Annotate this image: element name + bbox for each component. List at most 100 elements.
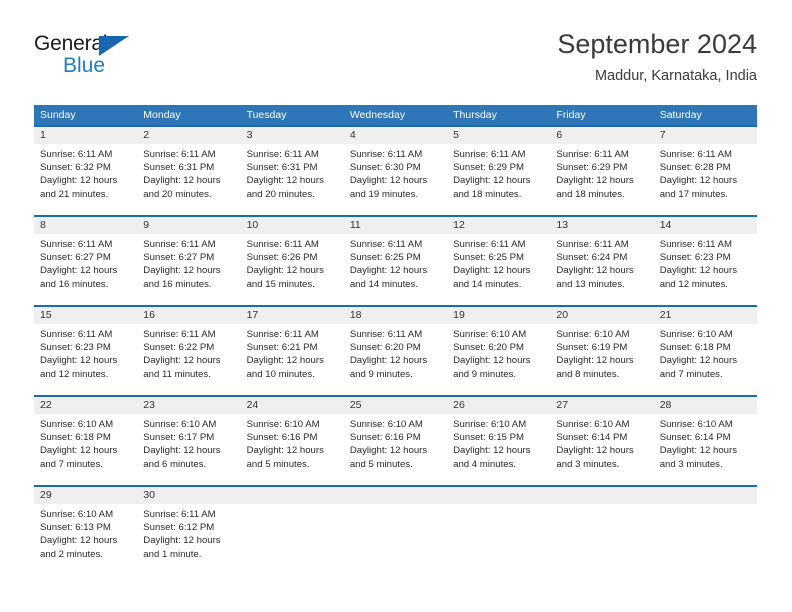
day-cell[interactable]: 5 Sunrise: 6:11 AM Sunset: 6:29 PM Daylight… [447,127,551,215]
sunset-text: Sunset: 6:18 PM [659,342,731,354]
day-details: Sunrise: 6:11 AM Sunset: 6:31 PM Daylight:… [137,144,240,201]
sunrise-text: Sunrise: 6:10 AM [349,419,423,430]
daylight-text-line2: and 2 minutes. [40,548,103,560]
day-number: 3 [246,129,253,141]
general-blue-logo[interactable]: General Blue [34,32,214,88]
day-details: Sunrise: 6:10 AM Sunset: 6:16 PM Daylight:… [344,414,447,471]
sunrise-text: Sunrise: 6:10 AM [40,419,114,430]
day-cell[interactable]: 30 Sunrise: 6:11 AM Sunset: 6:12 PM Dayligh… [137,487,241,573]
day-details: Sunrise: 6:11 AM Sunset: 6:25 PM Daylight:… [344,234,447,291]
day-cell[interactable]: 7 Sunrise: 6:11 AM Sunset: 6:28 PM Daylight… [653,127,757,215]
daylight-text-line2: and 7 minutes. [40,458,103,470]
calendar-week-row: 8 Sunrise: 6:11 AM Sunset: 6:27 PM Daylight… [34,215,757,305]
day-number-band: 3 [240,127,344,144]
daylight-text-line2: and 18 minutes. [453,188,522,200]
day-number-band [240,487,344,504]
day-details: Sunrise: 6:11 AM Sunset: 6:32 PM Daylight:… [34,144,137,201]
day-cell[interactable]: 23 Sunrise: 6:10 AM Sunset: 6:17 PM Dayligh… [137,397,241,485]
day-number: 12 [453,219,465,231]
daylight-text-line1: Daylight: 12 hours [143,445,221,457]
day-number: 1 [40,129,46,141]
day-cell[interactable]: 3 Sunrise: 6:11 AM Sunset: 6:31 PM Daylight… [240,127,344,215]
day-cell[interactable]: 6 Sunrise: 6:11 AM Sunset: 6:29 PM Daylight… [550,127,654,215]
sunrise-text: Sunrise: 6:11 AM [40,149,113,160]
day-cell[interactable]: 1 Sunrise: 6:11 AM Sunset: 6:32 PM Daylight… [34,127,138,215]
day-cell[interactable]: 20 Sunrise: 6:10 AM Sunset: 6:19 PM Dayligh… [550,307,654,395]
day-number-band [343,487,448,504]
daylight-text-line1: Daylight: 12 hours [659,265,738,277]
daylight-text-line2: and 14 minutes. [349,278,419,290]
day-number-band: 21 [653,307,757,324]
day-cell[interactable]: 18 Sunrise: 6:11 AM Sunset: 6:20 PM Dayligh… [343,307,448,395]
day-cell[interactable]: 29 Sunrise: 6:10 AM Sunset: 6:13 PM Dayligh… [34,487,138,573]
daylight-text-line2: and 5 minutes. [246,458,310,470]
daylight-text-line1: Daylight: 12 hours [246,265,324,277]
daylight-text-line1: Daylight: 12 hours [143,175,221,187]
day-number: 17 [246,309,259,321]
day-number-band: 25 [343,397,448,414]
daylight-text-line1: Daylight: 12 hours [556,355,634,367]
day-details: Sunrise: 6:10 AM Sunset: 6:14 PM Daylight:… [550,414,653,471]
day-details: Sunrise: 6:11 AM Sunset: 6:27 PM Daylight:… [34,234,137,291]
day-cell[interactable]: 26 Sunrise: 6:10 AM Sunset: 6:15 PM Dayligh… [447,397,551,485]
sunrise-text: Sunrise: 6:11 AM [246,149,319,160]
daylight-text-line1: Daylight: 12 hours [659,445,738,457]
day-cell[interactable]: 19 Sunrise: 6:10 AM Sunset: 6:20 PM Dayligh… [447,307,551,395]
day-details: Sunrise: 6:10 AM Sunset: 6:20 PM Daylight:… [447,324,550,381]
calendar-week-row: 29 Sunrise: 6:10 AM Sunset: 6:13 PM Dayligh… [34,485,757,573]
day-cell[interactable]: 15 Sunrise: 6:11 AM Sunset: 6:23 PM Dayligh… [34,307,138,395]
day-number-band: 11 [343,217,448,234]
daylight-text-line2: and 20 minutes. [246,188,315,200]
day-number: 7 [659,129,666,141]
daylight-text-line2: and 18 minutes. [556,188,625,200]
day-number-band: 27 [550,397,654,414]
day-details: Sunrise: 6:11 AM Sunset: 6:22 PM Daylight:… [137,324,240,381]
day-number: 25 [349,399,362,411]
day-details: Sunrise: 6:11 AM Sunset: 6:30 PM Daylight:… [344,144,447,201]
day-cell[interactable]: 16 Sunrise: 6:11 AM Sunset: 6:22 PM Dayligh… [137,307,241,395]
sunrise-text: Sunrise: 6:11 AM [246,329,319,340]
day-number: 20 [556,309,569,321]
day-cell[interactable]: 22 Sunrise: 6:10 AM Sunset: 6:18 PM Dayligh… [34,397,138,485]
day-cell[interactable]: 10 Sunrise: 6:11 AM Sunset: 6:26 PM Dayligh… [240,217,344,305]
day-cell[interactable]: 8 Sunrise: 6:11 AM Sunset: 6:27 PM Daylight… [34,217,138,305]
weekday-header-tuesday: Tuesday [246,109,287,121]
day-cell[interactable]: 11 Sunrise: 6:11 AM Sunset: 6:25 PM Dayligh… [343,217,448,305]
day-number-band: 24 [240,397,344,414]
sunset-text: Sunset: 6:31 PM [143,162,215,174]
day-number: 6 [556,129,563,141]
sunset-text: Sunset: 6:24 PM [556,252,628,264]
day-cell[interactable]: 13 Sunrise: 6:11 AM Sunset: 6:24 PM Dayligh… [550,217,654,305]
day-cell[interactable]: 25 Sunrise: 6:10 AM Sunset: 6:16 PM Dayligh… [343,397,448,485]
day-cell[interactable]: 12 Sunrise: 6:11 AM Sunset: 6:25 PM Dayligh… [447,217,551,305]
daylight-text-line2: and 7 minutes. [659,368,723,380]
day-details: Sunrise: 6:11 AM Sunset: 6:24 PM Daylight:… [550,234,653,291]
daylight-text-line1: Daylight: 12 hours [453,175,531,187]
sunset-text: Sunset: 6:30 PM [349,162,421,174]
day-number-band: 14 [653,217,757,234]
day-number: 27 [556,399,569,411]
day-cell[interactable]: 27 Sunrise: 6:10 AM Sunset: 6:14 PM Dayligh… [550,397,654,485]
sunrise-text: Sunrise: 6:11 AM [453,239,526,250]
day-number: 19 [453,309,465,321]
day-number-band [653,487,757,504]
sunset-text: Sunset: 6:27 PM [143,252,215,264]
page-header: General Blue September 2024 Maddur, Karn… [34,28,757,98]
day-cell[interactable]: 21 Sunrise: 6:10 AM Sunset: 6:18 PM Dayligh… [653,307,757,395]
day-cell[interactable]: 17 Sunrise: 6:11 AM Sunset: 6:21 PM Dayligh… [240,307,344,395]
day-number-band: 9 [137,217,241,234]
day-cell[interactable]: 9 Sunrise: 6:11 AM Sunset: 6:27 PM Daylight… [137,217,241,305]
day-cell-empty [550,487,654,573]
day-cell[interactable]: 2 Sunrise: 6:11 AM Sunset: 6:31 PM Daylight… [137,127,241,215]
day-number-band: 16 [137,307,241,324]
day-cell[interactable]: 28 Sunrise: 6:10 AM Sunset: 6:14 PM Dayligh… [653,397,757,485]
weekday-header-friday: Friday [556,109,586,121]
daylight-text-line1: Daylight: 12 hours [246,175,324,187]
day-cell[interactable]: 24 Sunrise: 6:10 AM Sunset: 6:16 PM Dayligh… [240,397,344,485]
day-cell[interactable]: 14 Sunrise: 6:11 AM Sunset: 6:23 PM Dayligh… [653,217,757,305]
sunrise-text: Sunrise: 6:10 AM [143,419,217,430]
day-cell[interactable]: 4 Sunrise: 6:11 AM Sunset: 6:30 PM Daylight… [343,127,448,215]
day-number-band: 5 [447,127,551,144]
sunset-text: Sunset: 6:22 PM [143,342,215,354]
weekday-header-sunday: Sunday [40,109,76,121]
